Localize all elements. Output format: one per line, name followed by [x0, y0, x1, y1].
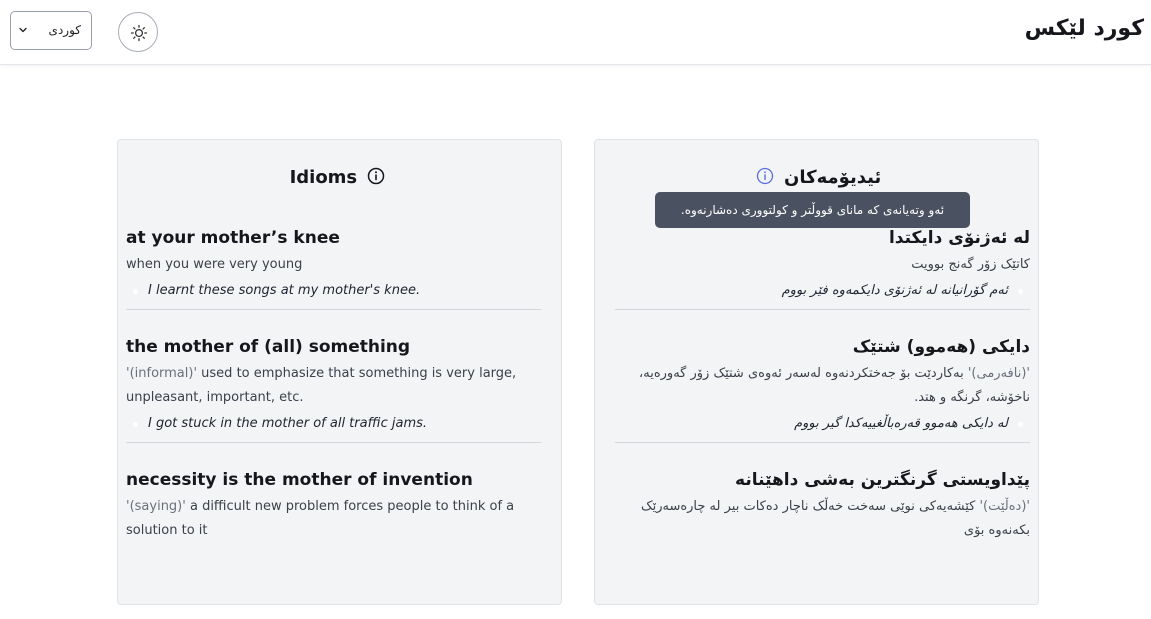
idiom-phrase: پێداویستی گرنگترین بەشی داهێنانە — [735, 470, 1030, 490]
idiom-definition-text: کێشەیەکی نوێی سەخت خەڵک ناچار دەکات بیر … — [640, 499, 1030, 538]
info-icon[interactable] — [756, 167, 774, 185]
language-select-value: کوردی — [48, 23, 81, 37]
idiom-list: at your mother’s knee when you were very… — [126, 225, 541, 573]
idiom-definition-text: کاتێک زۆر گەنج بوویت — [911, 257, 1030, 272]
panel-title-text: ئیدیۆمەکان — [784, 167, 882, 188]
idiom-entry: پێداویستی گرنگترین بەشی داهێنانە '(دەڵێت… — [615, 467, 1030, 549]
idiom-example-text: لە دایکی هەموو قەرەباڵغییەکدا گیر بووم — [794, 416, 1008, 431]
idiom-definition: '(دەڵێت)' کێشەیەکی نوێی سەخت خەڵک ناچار … — [615, 495, 1030, 543]
sun-icon — [130, 24, 148, 42]
idiom-phrase: لە ئەژنۆی دایکتدا — [888, 228, 1030, 248]
idiom-definition-text: when you were very young — [126, 257, 303, 272]
idioms-panel-english: Idioms at your mother’s knee when you we… — [117, 139, 562, 605]
idiom-phrase: دایکی (هەموو) شتێک — [852, 337, 1030, 357]
idiom-phrase: necessity is the mother of invention — [126, 470, 473, 490]
info-icon[interactable] — [367, 167, 385, 185]
idiom-entry: necessity is the mother of invention '(s… — [126, 467, 541, 549]
panel-title: Idioms — [118, 167, 561, 188]
idiom-entry: لە ئەژنۆی دایکتدا کاتێک زۆر گەنج بوویت ئ… — [615, 225, 1030, 310]
idiom-definition: کاتێک زۆر گەنج بوویت — [615, 253, 1030, 277]
idiom-definition: when you were very young — [126, 253, 541, 277]
bullet-icon — [1018, 289, 1023, 294]
idiom-example-text: I learnt these songs at my mother's knee… — [148, 283, 421, 298]
idiom-definition: '(نافەرمی)' بەکاردێت بۆ جەختکردنەوە لەسە… — [615, 362, 1030, 410]
bullet-icon — [133, 422, 138, 427]
idiom-example: لە دایکی هەموو قەرەباڵغییەکدا گیر بووم — [615, 412, 1030, 436]
idiom-list: لە ئەژنۆی دایکتدا کاتێک زۆر گەنج بوویت ئ… — [615, 225, 1030, 573]
idiom-entry: at your mother’s knee when you were very… — [126, 225, 541, 310]
brand-logo-text[interactable]: کورد لێکس — [1025, 16, 1144, 41]
idiom-phrase: the mother of (all) something — [126, 337, 411, 357]
idiom-phrase: at your mother’s knee — [126, 228, 340, 248]
idiom-usage-label: '(دەڵێت)' — [979, 499, 1030, 514]
idiom-entry: the mother of (all) something '(informal… — [126, 334, 541, 443]
idiom-example-text: I got stuck in the mother of all traffic… — [148, 416, 428, 431]
idiom-entry: دایکی (هەموو) شتێک '(نافەرمی)' بەکاردێت … — [615, 334, 1030, 443]
idiom-definition: '(informal)' used to emphasize that some… — [126, 362, 541, 410]
info-tooltip: ئەو وتەیانەی کە مانای قووڵتر و کولتووری … — [655, 192, 970, 228]
theme-toggle-button[interactable] — [118, 12, 158, 52]
idiom-example: I got stuck in the mother of all traffic… — [126, 412, 541, 436]
idiom-usage-label: '(نافەرمی)' — [967, 366, 1030, 381]
idiom-usage-label: '(informal)' — [126, 366, 198, 381]
chevron-down-icon — [19, 27, 27, 33]
idiom-usage-label: '(saying)' — [126, 499, 186, 514]
idiom-example: I learnt these songs at my mother's knee… — [126, 279, 541, 303]
language-select[interactable]: کوردی — [10, 11, 92, 50]
panel-title: ئیدیۆمەکان — [595, 167, 1038, 188]
bullet-icon — [133, 289, 138, 294]
panel-title-text: Idioms — [289, 167, 358, 188]
top-header: کورد لێکس کوردی — [0, 0, 1151, 65]
idiom-example-text: ئەم گۆرانیانە لە ئەژنۆی دایکمەوە فێر بوو… — [781, 283, 1008, 298]
bullet-icon — [1018, 422, 1023, 427]
idiom-definition: '(saying)' a difficult new problem force… — [126, 495, 541, 543]
idiom-example: ئەم گۆرانیانە لە ئەژنۆی دایکمەوە فێر بوو… — [615, 279, 1030, 303]
